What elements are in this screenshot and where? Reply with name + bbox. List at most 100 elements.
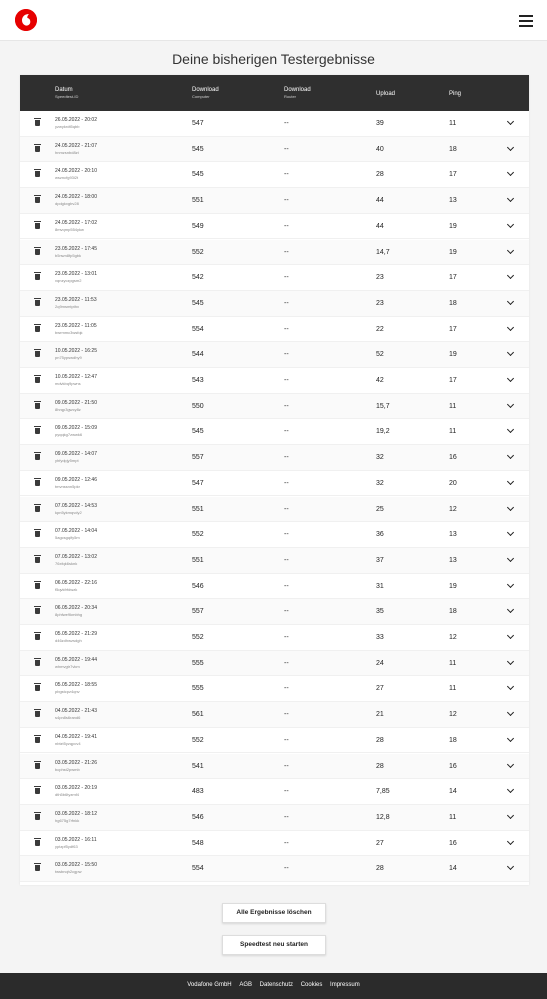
table-row[interactable]: 07.05.2022 - 14:53 kpn5ykmqvdy2 551 -- 25 12 [20, 496, 529, 523]
table-row[interactable]: 06.05.2022 - 20:34 8phfwe9kmbhg 557 -- 35 18 [20, 599, 529, 625]
chevron-down-icon[interactable] [506, 169, 515, 177]
table-row[interactable]: 24.05.2022 - 18:00 dpdgkxgbv28 551 -- 44 13 [20, 188, 529, 214]
table-row[interactable]: 23.05.2022 - 17:45 b5nwn8fp5gbk 552 -- 14,7 1… [20, 239, 529, 266]
table-row[interactable]: 05.05.2022 - 21:29 d46zdhwzsdgh 552 -- 33 12 [20, 625, 529, 651]
table-row[interactable]: 07.05.2022 - 14:04 5agcsgqify5m 552 -- 36 13 [20, 522, 529, 548]
footer-link-datenschutz[interactable]: Datenschutz [260, 982, 293, 988]
chevron-down-icon[interactable] [506, 529, 515, 537]
chevron-down-icon[interactable] [506, 683, 515, 691]
chevron-down-icon[interactable] [506, 323, 515, 331]
trash-icon[interactable] [34, 657, 41, 666]
chevron-down-icon[interactable] [506, 734, 515, 742]
trash-icon[interactable] [34, 349, 41, 358]
table-row[interactable]: 23.05.2022 - 13:01 vqnzyczpgsm2 542 -- 23 17 [20, 265, 529, 291]
footer-link-vodafone[interactable]: Vodafone GmbH [187, 982, 231, 988]
trash-icon[interactable] [34, 606, 41, 615]
table-row[interactable]: 09.05.2022 - 12:46 tmvnssnn5pkr 547 -- 32 20 [20, 470, 529, 497]
table-row[interactable]: 09.05.2022 - 15:09 pyqqkg7zwwk6 545 -- 19,2 1… [20, 419, 529, 446]
trash-icon[interactable] [34, 503, 41, 512]
chevron-down-icon[interactable] [506, 349, 515, 357]
trash-icon[interactable] [34, 195, 41, 204]
chevron-down-icon[interactable] [506, 195, 515, 203]
table-row[interactable]: 24.05.2022 - 20:10 wszncfg93i2t 545 -- 28 17 [20, 162, 529, 189]
table-row[interactable]: 24.05.2022 - 17:02 8mvqmp554ykw 549 -- 44 19 [20, 213, 529, 240]
chevron-down-icon[interactable] [506, 452, 515, 460]
trash-icon[interactable] [34, 863, 41, 872]
chevron-down-icon[interactable] [506, 477, 515, 485]
trash-icon[interactable] [34, 554, 41, 563]
chevron-down-icon[interactable] [506, 246, 515, 254]
chevron-down-icon[interactable] [506, 272, 515, 280]
trash-icon[interactable] [34, 709, 41, 718]
table-row[interactable]: 09.05.2022 - 14:07 yhfydpjy5mpt 557 -- 32 16 [20, 445, 529, 471]
trash-icon[interactable] [34, 760, 41, 769]
chevron-down-icon[interactable] [506, 220, 515, 228]
table-row[interactable]: 06.05.2022 - 22:16 f5qvkfrfdwzk 546 -- 31 19 [20, 573, 529, 600]
chevron-down-icon[interactable] [506, 837, 515, 845]
trash-icon[interactable] [34, 118, 41, 126]
restart-speedtest-button[interactable]: Speedtest neu starten [222, 935, 326, 955]
table-row[interactable]: 24.05.2022 - 21:07 hnmzsnbd8zt 545 -- 40 18 [20, 136, 529, 163]
chevron-down-icon[interactable] [506, 760, 515, 768]
chevron-down-icon[interactable] [506, 400, 515, 408]
table-row[interactable]: 10.05.2022 - 16:25 pn75ypswdhy9 544 -- 52 19 [20, 342, 529, 368]
table-row[interactable]: 05.05.2022 - 19:44 whmvgtr7vkm 555 -- 24 11 [20, 650, 529, 677]
chevron-down-icon[interactable] [506, 117, 515, 126]
table-row[interactable]: 23.05.2022 - 11:53 2q9msmtpthx 545 -- 23 18 [20, 290, 529, 317]
table-row[interactable]: 07.05.2022 - 13:02 76xfqk6sknk 551 -- 37 13 [20, 547, 529, 574]
trash-icon[interactable] [34, 580, 41, 589]
table-row[interactable]: 03.05.2022 - 21:26 bcphst2pwmb 541 -- 28 16 [20, 753, 529, 780]
trash-icon[interactable] [34, 272, 41, 281]
chevron-down-icon[interactable] [506, 503, 515, 511]
table-row[interactable]: 04.05.2022 - 19:41 nbtzt5yzqpcv4 552 -- 28 18 [20, 727, 529, 754]
chevron-down-icon[interactable] [506, 554, 515, 562]
trash-icon[interactable] [34, 323, 41, 332]
trash-icon[interactable] [34, 169, 41, 178]
trash-icon[interactable] [34, 375, 41, 383]
trash-icon[interactable] [34, 297, 41, 306]
table-row[interactable]: 26.05.2022 - 20:02 yzwykrdt5qbb 547 -- 39 11 [20, 111, 529, 137]
table-row[interactable]: 03.05.2022 - 20:19 dth5b6tyzmf4 483 -- 7,85 1… [20, 779, 529, 805]
trash-icon[interactable] [34, 683, 41, 692]
table-row[interactable]: 03.05.2022 - 16:11 yptzpf5ydf63 548 -- 27 16 [20, 830, 529, 857]
table-row[interactable]: 04.05.2022 - 21:43 s4pn8s6rand6 561 -- 21 12 [20, 702, 529, 728]
chevron-down-icon[interactable] [506, 297, 515, 305]
footer-link-impressum[interactable]: Impressum [330, 982, 360, 988]
table-row[interactable]: 23.05.2022 - 11:05 bwrmmc3wsfqk 554 -- 22 17 [20, 316, 529, 343]
chevron-down-icon[interactable] [506, 143, 515, 151]
chevron-down-icon[interactable] [506, 709, 515, 717]
trash-icon[interactable] [34, 143, 41, 152]
trash-icon[interactable] [34, 426, 41, 435]
chevron-down-icon[interactable] [506, 426, 515, 434]
chevron-down-icon[interactable] [506, 580, 515, 588]
trash-icon[interactable] [34, 220, 41, 229]
trash-icon[interactable] [34, 811, 41, 820]
trash-icon[interactable] [34, 246, 41, 255]
delete-all-results-button[interactable]: Alle Ergebnisse löschen [222, 903, 326, 923]
table-row[interactable]: 03.05.2022 - 15:50 twsbnqh2cgpw 554 -- 28 14 [20, 856, 529, 882]
trash-icon[interactable] [34, 400, 41, 409]
trash-icon[interactable] [34, 837, 41, 846]
trash-icon[interactable] [34, 477, 41, 486]
table-row[interactable]: 09.05.2022 - 21:50 8hrqp3gwcy8z 550 -- 15,7 1… [20, 393, 529, 420]
hamburger-menu-icon[interactable] [519, 15, 533, 27]
chevron-down-icon[interactable] [506, 606, 515, 614]
table-row[interactable]: 05.05.2022 - 18:55 pbgstcpz4qnv 555 -- 27 11 [20, 676, 529, 703]
speedtest-id: f5qvkfrfdwzk [55, 586, 78, 592]
table-row[interactable]: 03.05.2022 - 18:12 hg675g7rfnkk 546 -- 12,8 1… [20, 804, 529, 831]
trash-icon[interactable] [34, 786, 41, 795]
chevron-down-icon[interactable] [506, 631, 515, 640]
chevron-down-icon[interactable] [506, 657, 515, 665]
chevron-down-icon[interactable] [506, 374, 515, 383]
footer-link-agb[interactable]: AGB [239, 982, 252, 988]
trash-icon[interactable] [34, 452, 41, 461]
chevron-down-icon[interactable] [506, 786, 515, 794]
chevron-down-icon[interactable] [506, 863, 515, 871]
trash-icon[interactable] [34, 529, 41, 538]
trash-icon[interactable] [34, 734, 41, 743]
vodafone-logo-icon[interactable] [15, 9, 37, 31]
table-row[interactable]: 10.05.2022 - 12:47 mdvkbq9pwns 543 -- 42 17 [20, 368, 529, 394]
footer-link-cookies[interactable]: Cookies [301, 982, 323, 988]
trash-icon[interactable] [34, 632, 41, 640]
chevron-down-icon[interactable] [506, 811, 515, 819]
